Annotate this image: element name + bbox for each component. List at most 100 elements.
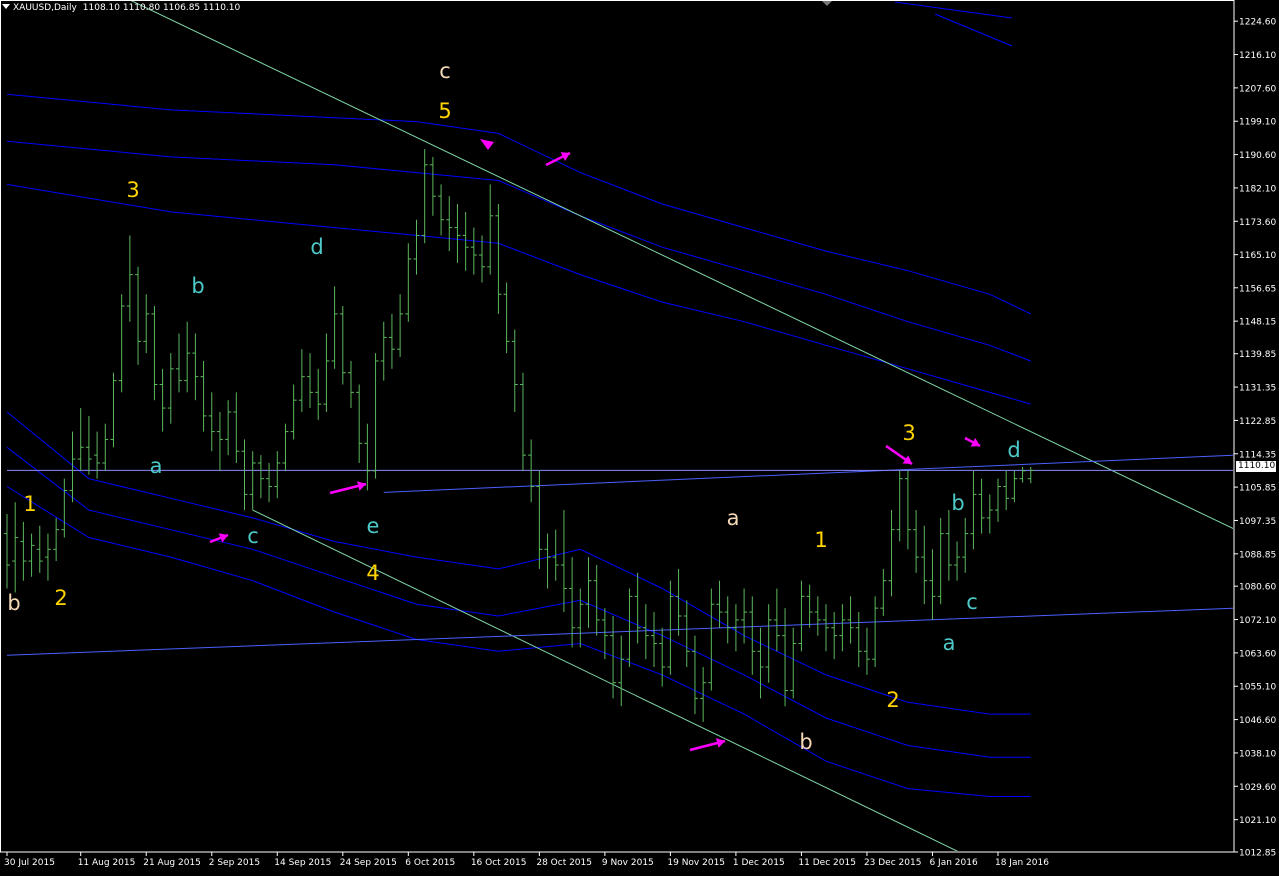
y-tick-label: 1207.60 [1239,84,1276,94]
ohlc-readout: 1108.10 1110.80 1106.85 1110.10 [82,3,241,13]
band-line-4 [6,446,1031,758]
price-bar [323,333,330,412]
x-tick-label: 19 Nov 2015 [667,858,725,868]
price-bar [110,372,117,448]
price-bar [896,470,903,542]
price-bar [855,612,862,668]
price-bar [159,368,166,432]
x-tick-label: 6 Jan 2016 [929,858,977,868]
price-bar [274,451,281,499]
wave-label: d [1007,438,1020,462]
price-bar [397,294,404,358]
price-bar [724,596,731,644]
y-tick-label: 1105.85 [1239,484,1276,494]
price-bar [904,470,911,550]
y-tick-label: 1148.15 [1239,318,1276,328]
y-tick-label: 1029.60 [1239,783,1276,793]
y-tick-label: 1190.60 [1239,151,1276,161]
y-tick-label: 1021.10 [1239,816,1276,826]
y-tick-label: 1156.65 [1239,284,1276,294]
y-tick-label: 1139.85 [1239,350,1276,360]
price-bar [1011,470,1018,503]
band-line-top-a [894,1,1013,19]
arrow-icon [689,738,726,752]
price-bar [462,211,469,271]
y-tick-label: 1046.60 [1239,716,1276,726]
wave-label: c [439,59,451,83]
price-bar [487,184,494,275]
chevron-down-icon[interactable] [2,4,10,9]
price-bar [651,612,658,668]
wave-label: d [310,235,323,259]
chart-header: XAUUSD,Daily 1108.10 1110.80 1106.85 1110… [2,3,240,13]
y-tick-label: 1122.85 [1239,417,1276,427]
x-tick-label: 30 Jul 2015 [4,858,55,868]
price-bar [118,294,125,393]
price-chart[interactable]: c53dbac e412ba12b3dbca1224.601216.101207.… [0,0,1279,872]
price-bar [937,517,944,605]
price-bar [347,360,354,409]
price-bar [585,557,592,628]
price-bar [921,525,928,605]
price-bar [913,510,920,573]
price-bar [962,517,969,573]
price-bar [233,392,240,463]
price-bar [839,604,846,652]
price-bar [773,588,780,652]
price-bar [601,608,608,660]
price-bar [380,321,387,381]
x-tick-label: 9 Nov 2015 [602,858,654,868]
price-bar [675,568,682,636]
price-bar [192,333,199,401]
price-bar [257,455,264,499]
band-line-0 [6,93,1032,315]
y-tick-label: 1216.10 [1239,51,1276,61]
arrow-icon [329,481,367,495]
price-bar [929,549,936,620]
price-bar [888,510,895,597]
price-bar [732,604,739,652]
price-bar [94,431,101,479]
arrow-icon [964,436,981,448]
price-bar [618,635,625,707]
price-bar [691,635,698,715]
price-bar [626,588,633,668]
wave-label: 1 [814,528,827,552]
price-bar [208,392,215,452]
price-bar [184,321,191,393]
price-bar [1003,470,1010,511]
price-bar [593,564,600,636]
price-bar [798,580,805,652]
plot-layer [4,1,1233,851]
price-bar [1019,466,1026,483]
arrow-head-icon [480,139,494,150]
trendline-3 [383,454,1233,493]
price-bar [806,584,813,628]
x-tick-label: 23 Dec 2015 [864,858,922,868]
price-bar [307,353,314,409]
price-bar [872,596,879,668]
price-bar [135,266,142,365]
price-bar [290,384,297,440]
price-bar [126,235,133,322]
price-bar [241,439,248,511]
price-bar [20,521,27,581]
y-tick-label: 1224.60 [1239,18,1276,28]
y-tick-label: 1080.60 [1239,583,1276,593]
price-bar [519,372,526,471]
price-bar [560,510,567,613]
price-bar [388,313,395,369]
price-bar [700,667,707,722]
wave-label: b [191,274,204,298]
price-bar [339,306,346,385]
price-bar [356,384,363,463]
price-bar [749,596,756,675]
price-bar [503,282,510,354]
price-bar [282,423,289,471]
band-line-2 [6,183,1031,405]
price-bar [298,349,305,412]
price-bar [986,494,993,534]
chart-area[interactable]: c 5 3 d b a c e 4 1 2 b a 1 2 b 3 d b c a 1224.60 1216.10 1207.… [0,0,1279,872]
price-bar [831,612,838,660]
price-bar [495,204,502,314]
